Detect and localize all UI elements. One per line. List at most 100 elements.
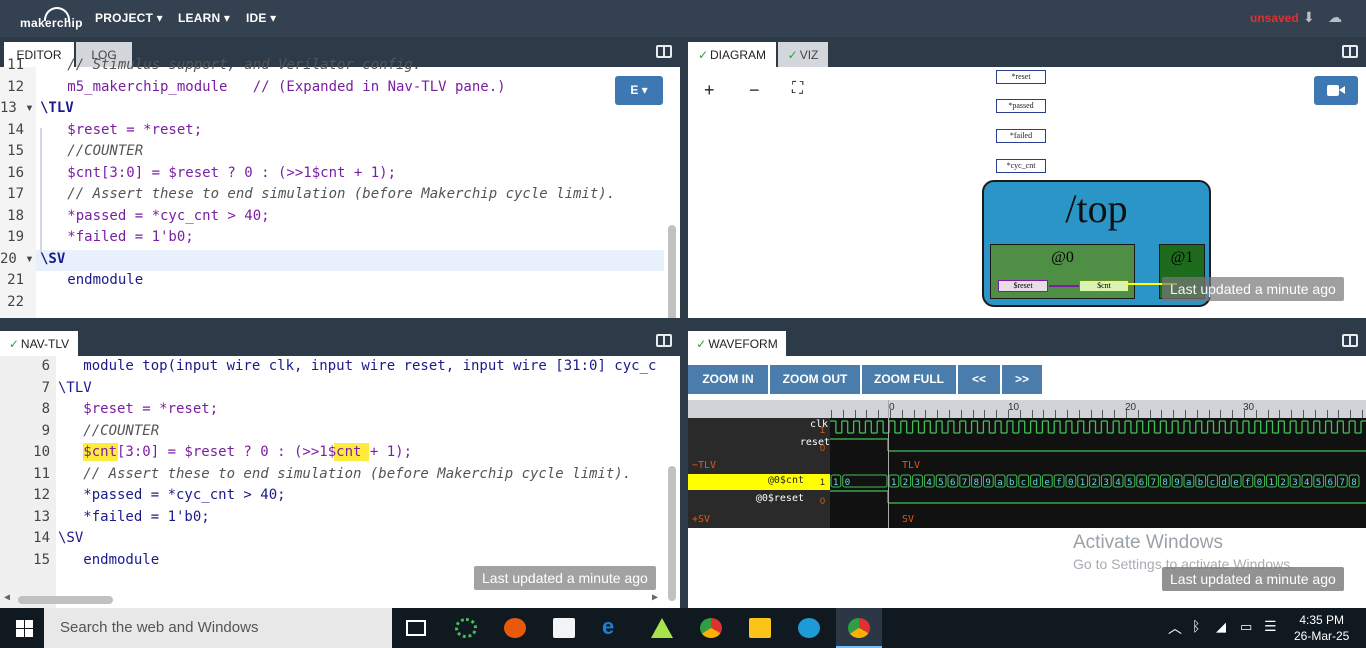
split-pane-icon[interactable] bbox=[1342, 45, 1358, 58]
zoom-out-icon[interactable]: − bbox=[749, 80, 760, 101]
row-cnt[interactable]: @0$cnt bbox=[688, 475, 804, 486]
row-clk[interactable]: clk bbox=[688, 419, 828, 430]
editor-code[interactable]: 11 // Stimulus support, and Verilator co… bbox=[0, 57, 680, 320]
check-icon: ✓ bbox=[787, 48, 798, 62]
tab-waveform[interactable]: ✓ WAVEFORM bbox=[688, 331, 786, 356]
signal-reset[interactable]: *reset bbox=[996, 70, 1046, 84]
app-triangle-icon[interactable] bbox=[651, 618, 673, 638]
menu-learn[interactable]: LEARN ▾ bbox=[178, 11, 230, 25]
edge-icon[interactable] bbox=[798, 618, 820, 638]
node-reset[interactable]: $reset bbox=[998, 280, 1048, 292]
notification-icon[interactable]: ☰ bbox=[1264, 618, 1286, 638]
node-cnt[interactable]: $cnt bbox=[1079, 280, 1129, 292]
split-pane-icon[interactable] bbox=[656, 45, 672, 58]
zoom-in-button[interactable]: ZOOM IN bbox=[688, 365, 768, 394]
menu-project[interactable]: PROJECT ▾ bbox=[95, 11, 163, 25]
download-icon[interactable]: ⬇ bbox=[1303, 9, 1321, 25]
bluetooth-icon[interactable]: ᛒ bbox=[1192, 618, 1214, 638]
cnt-bus-value: d bbox=[1221, 478, 1226, 488]
zoom-in-icon[interactable]: + bbox=[704, 80, 715, 101]
signal-passed[interactable]: *passed bbox=[996, 99, 1046, 113]
navtlv-hscrollbar[interactable] bbox=[18, 596, 113, 604]
camera-button[interactable] bbox=[1314, 76, 1358, 105]
stage1-label: @1 bbox=[1170, 249, 1194, 266]
cnt-bus-value: c bbox=[1021, 478, 1026, 488]
navtlv-line-13: *failed = 1'b0; bbox=[58, 508, 210, 525]
waveform-view[interactable]: 0 10 20 30 clk 1 reset 0 −TLV TLV @0$cnt… bbox=[688, 400, 1366, 528]
zoom-full-button[interactable]: ZOOM FULL bbox=[862, 365, 956, 394]
tab-navtlv[interactable]: ✓ NAV-TLV bbox=[0, 331, 78, 356]
clock[interactable]: 4:35 PM 26-Mar-25 bbox=[1294, 612, 1349, 644]
cnt-bus-value: d bbox=[1033, 478, 1038, 488]
tray-chevron-icon[interactable]: ︿ bbox=[1168, 618, 1190, 638]
cnt-bus-value: 4 bbox=[1304, 478, 1309, 488]
row-reset[interactable]: reset bbox=[688, 437, 830, 448]
split-pane-icon[interactable] bbox=[1342, 334, 1358, 347]
task-view-icon[interactable] bbox=[406, 620, 426, 636]
file-explorer-icon[interactable] bbox=[749, 618, 771, 638]
chrome-icon[interactable] bbox=[700, 618, 722, 638]
wifi-icon[interactable]: ◢ bbox=[1216, 619, 1238, 639]
navtlv-line-6: module top(input wire clk, input wire re… bbox=[58, 358, 657, 374]
row-reset-tlv[interactable]: @0$reset bbox=[688, 493, 804, 504]
cnt-bus-value: b bbox=[1009, 478, 1014, 488]
scroll-left-icon[interactable]: ◀ bbox=[4, 592, 10, 603]
navtlv-line-10: $cnt[3:0] = $reset ? 0 : (>>1$cnt + 1); bbox=[58, 444, 413, 460]
ruler-label-20: 20 bbox=[1125, 402, 1137, 413]
editor-scrollbar[interactable] bbox=[668, 225, 676, 320]
cnt-bus-value: e bbox=[1044, 478, 1049, 488]
scroll-right-icon[interactable]: ▶ bbox=[652, 592, 658, 603]
edge-legacy-icon[interactable]: e bbox=[602, 614, 624, 639]
cnt-bus-value: 2 bbox=[903, 478, 908, 488]
zoom-out-button[interactable]: ZOOM OUT bbox=[770, 365, 860, 394]
app-ring-icon[interactable] bbox=[455, 618, 477, 638]
cnt-bus-value: 0 bbox=[1068, 478, 1073, 488]
active-chrome-task[interactable] bbox=[836, 608, 882, 648]
split-pane-icon[interactable] bbox=[656, 334, 672, 347]
clock-time: 4:35 PM bbox=[1299, 613, 1345, 627]
row-sv-group[interactable]: +SV bbox=[692, 514, 710, 525]
scroll-back-button[interactable]: << bbox=[958, 365, 1000, 394]
horizontal-splitter[interactable] bbox=[0, 318, 1366, 326]
scroll-forward-button[interactable]: >> bbox=[1002, 365, 1042, 394]
cnt-bus-value: 3 bbox=[1292, 478, 1297, 488]
battery-icon[interactable]: ▭ bbox=[1240, 619, 1262, 639]
navtlv-line-14: \SV bbox=[58, 530, 84, 546]
cnt-bus-value: 1 bbox=[1269, 478, 1274, 488]
active-line-highlight bbox=[36, 250, 664, 271]
cnt-bus-value: 5 bbox=[1127, 478, 1132, 488]
row-tlv-group[interactable]: −TLV bbox=[692, 460, 716, 471]
cnt-bus-value: 1 bbox=[1080, 478, 1085, 488]
tab-viz[interactable]: ✓ VIZ bbox=[778, 42, 828, 67]
signal-failed[interactable]: *failed bbox=[996, 129, 1046, 143]
makerchip-logo[interactable]: makerchip bbox=[14, 4, 82, 32]
store-icon[interactable] bbox=[553, 618, 575, 638]
stage0-box[interactable]: @0 $reset $cnt bbox=[990, 244, 1135, 299]
ruler-label-0: 0 bbox=[889, 402, 895, 413]
cnt-bus-value: a bbox=[1186, 478, 1191, 488]
windows-start-icon[interactable] bbox=[16, 620, 34, 637]
row-reset-tlv-val: 0 bbox=[820, 496, 826, 506]
fit-screen-icon[interactable]: ⛶ bbox=[792, 80, 803, 98]
row-reset-val: 0 bbox=[820, 443, 826, 453]
row-clk-val: 1 bbox=[820, 425, 826, 435]
navtlv-line-7: \TLV bbox=[58, 379, 92, 396]
menu-ide[interactable]: IDE ▾ bbox=[246, 11, 276, 25]
cnt-bus-value: 2 bbox=[1280, 478, 1285, 488]
tab-diagram[interactable]: ✓ DIAGRAM bbox=[688, 42, 776, 67]
navtlv-vscrollbar[interactable] bbox=[668, 466, 676, 601]
cnt-bus-value: 4 bbox=[1115, 478, 1120, 488]
navtlv-line-12: *passed = *cyc_cnt > 40; bbox=[58, 487, 286, 503]
navtlv-line-11: // Assert these to end simulation (befor… bbox=[58, 465, 632, 482]
navtlv-tabbar: ✓ NAV-TLV bbox=[0, 326, 680, 356]
logo-text: makerchip bbox=[20, 16, 83, 30]
firefox-icon[interactable] bbox=[504, 618, 526, 638]
check-icon: ✓ bbox=[696, 337, 707, 351]
waveform-tabbar: ✓ WAVEFORM bbox=[688, 326, 1366, 356]
editor-mode-button[interactable]: E ▾ bbox=[615, 76, 663, 105]
editor-line-20: \SV bbox=[40, 250, 66, 267]
taskbar-search[interactable]: Search the web and Windows bbox=[44, 608, 392, 648]
cnt-bus-value: 9 bbox=[1174, 478, 1179, 488]
signal-cyc-cnt[interactable]: *cyc_cnt bbox=[996, 159, 1046, 173]
cloud-upload-icon[interactable]: ☁ bbox=[1328, 9, 1346, 25]
